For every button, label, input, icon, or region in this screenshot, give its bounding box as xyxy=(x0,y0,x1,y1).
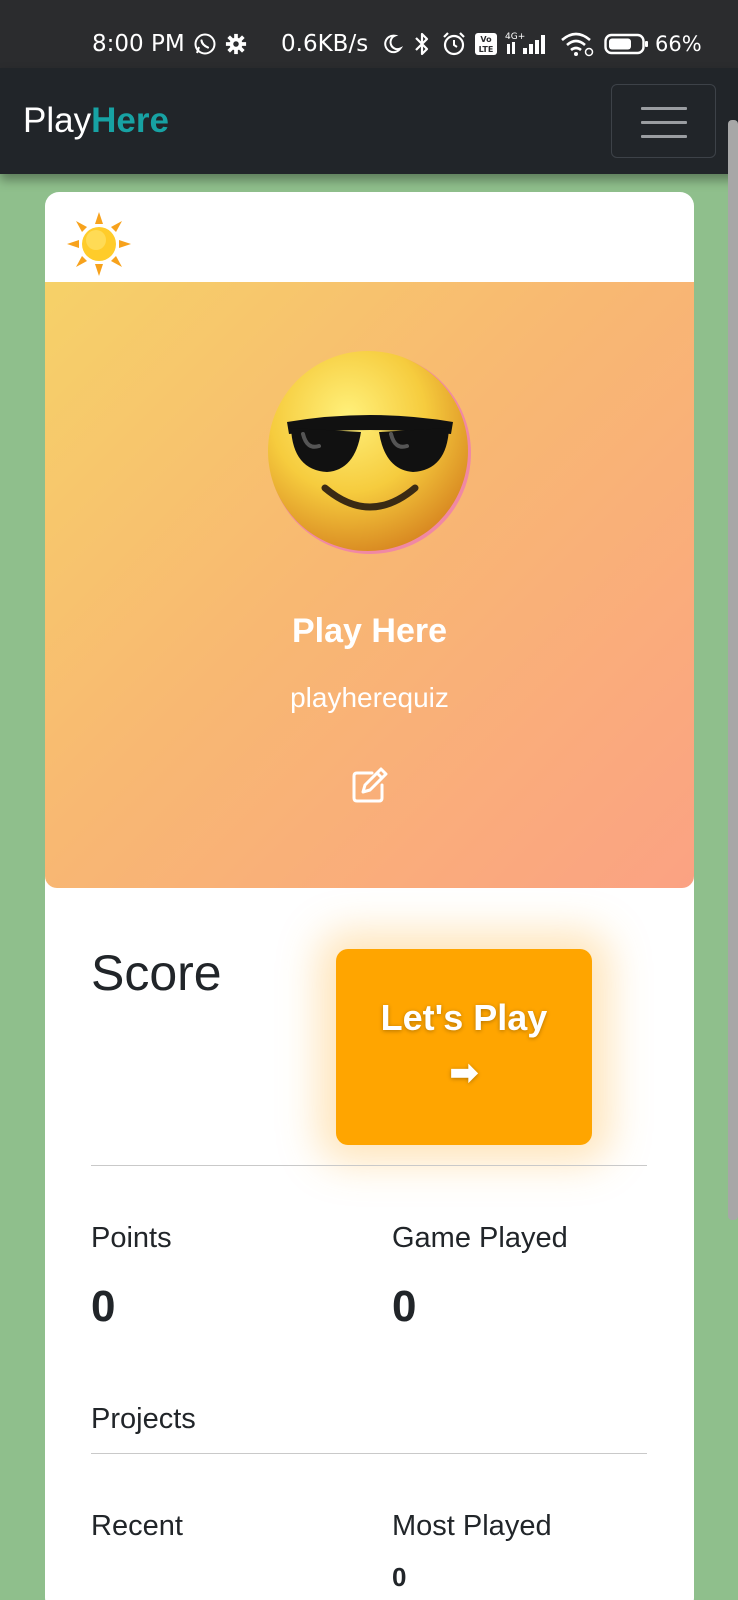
battery-percent: 66% xyxy=(655,32,702,56)
points-value: 0 xyxy=(91,1282,116,1331)
signal-icon: 4G+ xyxy=(503,30,551,58)
sunglasses-emoji-icon xyxy=(267,350,473,556)
recent-label: Recent xyxy=(91,1510,183,1542)
volte-icon: Vo LTE xyxy=(474,32,498,56)
score-title: Score xyxy=(91,945,222,1001)
sun-icon[interactable] xyxy=(65,210,133,278)
hamburger-icon-bar-2 xyxy=(641,121,687,124)
wifi-icon xyxy=(560,31,594,57)
whatsapp-icon xyxy=(193,32,217,56)
hamburger-icon-bar-1 xyxy=(641,107,687,110)
battery-icon xyxy=(604,32,650,56)
svg-text:LTE: LTE xyxy=(479,45,494,54)
scrollbar[interactable] xyxy=(728,120,738,1220)
network-speed: 0.6KB/s xyxy=(281,31,369,57)
edit-icon[interactable] xyxy=(350,765,390,805)
most-played-label: Most Played xyxy=(392,1510,552,1542)
divider xyxy=(91,1165,647,1166)
hamburger-icon-bar-3 xyxy=(641,135,687,138)
profile-card: Play Here playherequiz Score Let's Play … xyxy=(45,192,694,1600)
profile-handle: playherequiz xyxy=(290,682,449,713)
status-bar: 8:00 PM 0.6KB/s Vo LTE 4G+ 66% xyxy=(0,0,738,68)
projects-title: Projects xyxy=(91,1403,196,1435)
points-label: Points xyxy=(91,1222,172,1254)
gear-icon xyxy=(225,33,247,55)
svg-text:4G+: 4G+ xyxy=(505,32,525,42)
arrow-right-icon: ➡ xyxy=(449,1054,479,1092)
brand-logo[interactable]: PlayHere xyxy=(23,101,169,141)
most-played-value: 0 xyxy=(392,1562,407,1592)
status-time: 8:00 PM xyxy=(92,31,185,57)
svg-text:Vo: Vo xyxy=(480,35,492,44)
brand-part-2: Here xyxy=(91,101,169,140)
bluetooth-icon xyxy=(413,31,431,57)
games-played-value: 0 xyxy=(392,1282,417,1331)
profile-hero: Play Here playherequiz xyxy=(45,282,694,888)
brand-part-1: Play xyxy=(23,101,92,140)
lets-play-button[interactable]: Let's Play ➡ xyxy=(336,949,592,1145)
games-played-label: Game Played xyxy=(392,1222,568,1254)
menu-toggle-button[interactable] xyxy=(611,84,716,158)
profile-name: Play Here xyxy=(292,612,447,650)
lets-play-label: Let's Play xyxy=(380,997,548,1038)
moon-icon xyxy=(381,32,403,56)
navbar: PlayHere xyxy=(0,68,738,174)
alarm-icon xyxy=(441,31,467,57)
divider xyxy=(91,1453,647,1454)
